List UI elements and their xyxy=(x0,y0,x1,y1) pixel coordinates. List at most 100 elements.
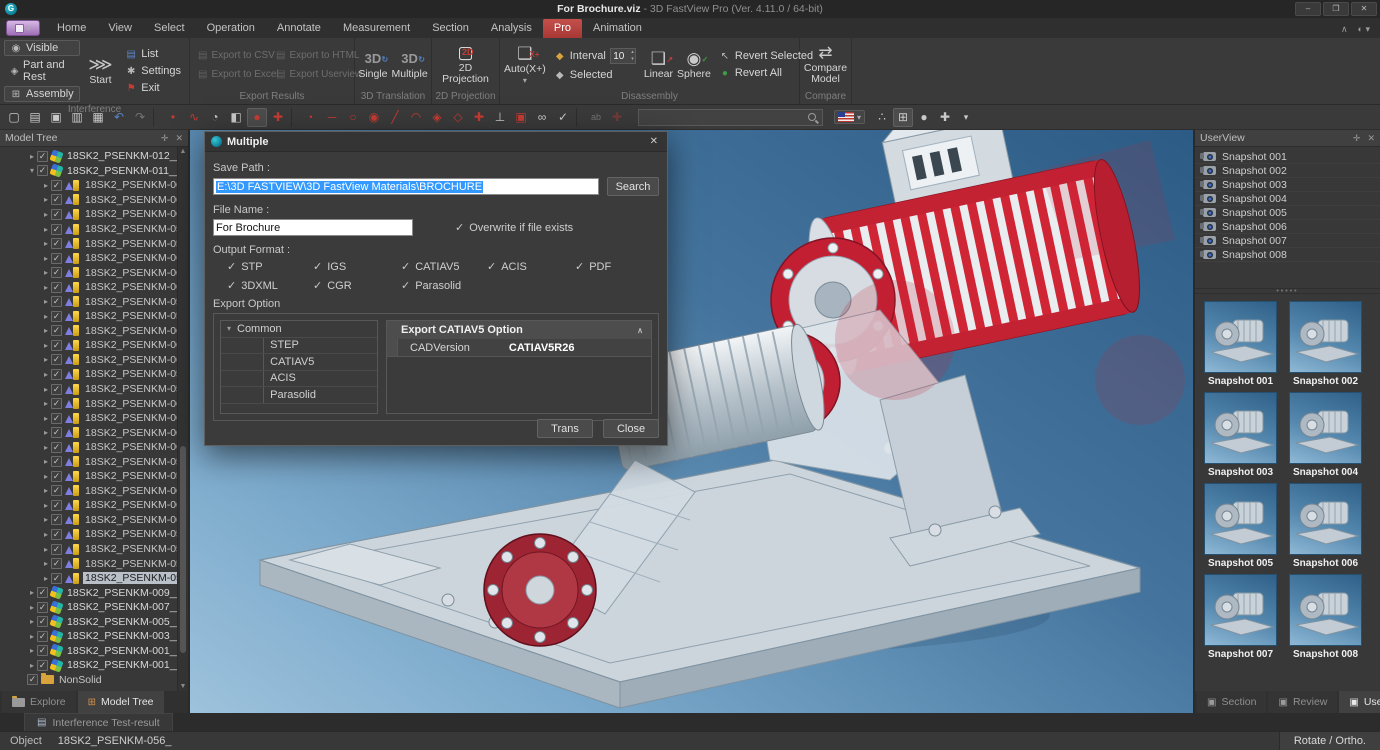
tab-model-tree[interactable]: ⊞ Model Tree xyxy=(78,691,164,713)
expander-icon[interactable] xyxy=(30,632,34,641)
sphere-disassembly-button[interactable]: ◉✓ Sphere xyxy=(677,50,711,80)
expander-icon[interactable] xyxy=(44,341,48,350)
expander-icon[interactable] xyxy=(44,472,48,481)
tab-review[interactable]: ▣ Review xyxy=(1268,691,1337,713)
tab-explore[interactable]: Explore xyxy=(2,691,76,713)
dialog-titlebar[interactable]: Multiple ✕ xyxy=(205,132,667,152)
visibility-checkbox[interactable] xyxy=(51,369,62,380)
redo-icon[interactable]: ↷ xyxy=(130,108,150,127)
visibility-checkbox[interactable] xyxy=(51,296,62,307)
linear-disassembly-button[interactable]: ❑↗ Linear xyxy=(644,50,673,80)
expander-icon[interactable] xyxy=(44,355,48,364)
part-and-rest-toggle[interactable]: ◈Part and Rest xyxy=(4,57,80,85)
expander-icon[interactable] xyxy=(30,152,34,161)
expander-icon[interactable] xyxy=(44,297,48,306)
measure-diameter-icon[interactable]: ◈ xyxy=(427,108,447,127)
undo-icon[interactable]: ↶ xyxy=(109,108,129,127)
measure-axis-icon[interactable]: ✚ xyxy=(469,108,489,127)
new-file-icon[interactable]: ▢ xyxy=(4,108,24,127)
measure-diamond-icon[interactable]: ◇ xyxy=(448,108,468,127)
close-panel-icon[interactable]: ✕ xyxy=(1367,133,1375,144)
language-selector[interactable]: ▾ xyxy=(834,110,865,124)
measure-box-icon[interactable]: ▣ xyxy=(511,108,531,127)
search-icon[interactable] xyxy=(808,113,816,121)
visibility-checkbox[interactable] xyxy=(51,340,62,351)
expander-icon[interactable] xyxy=(30,617,34,626)
interference-result-tab[interactable]: ▤ Interference Test-result xyxy=(24,713,173,731)
tree-item[interactable]: 18SK2_PSENKM-062_ xyxy=(0,484,188,499)
measure-line-icon[interactable]: ─ xyxy=(322,108,342,127)
visibility-checkbox[interactable] xyxy=(37,587,48,598)
separator[interactable] xyxy=(153,108,160,127)
separator[interactable] xyxy=(576,108,583,127)
measure-arc-icon[interactable]: ◠ xyxy=(406,108,426,127)
visibility-checkbox[interactable] xyxy=(51,427,62,438)
save-as-icon[interactable]: ▥ xyxy=(67,108,87,127)
tree-item[interactable]: 18SK2_PSENKM-061_ xyxy=(0,425,188,440)
pin-icon[interactable]: ✛ xyxy=(1353,133,1361,144)
menu-tab[interactable]: Annotate xyxy=(266,19,332,38)
spline-tool-icon[interactable]: ∿ xyxy=(184,108,204,127)
tree-item[interactable]: 18SK2_PSENKM-059_ xyxy=(0,294,188,309)
close-button[interactable]: Close xyxy=(603,419,659,438)
collapse-ribbon-icon[interactable]: ∧ xyxy=(1341,24,1348,35)
expander-icon[interactable] xyxy=(44,414,48,423)
tree-item[interactable]: 18SK2_PSENKM-003__ASM xyxy=(0,629,188,644)
style-menu-icon[interactable]: ◐ ▾ xyxy=(1358,24,1370,35)
file-name-input[interactable]: For Brochure xyxy=(213,219,413,236)
visibility-checkbox[interactable] xyxy=(51,456,62,467)
tree-item[interactable]: 18SK2_PSENKM-058_ xyxy=(0,382,188,397)
expander-icon[interactable] xyxy=(44,385,48,394)
interference-list-button[interactable]: ▤List xyxy=(121,46,185,62)
cube-tool-icon[interactable]: ◧ xyxy=(226,108,246,127)
expander-icon[interactable] xyxy=(44,559,48,568)
trans-button[interactable]: Trans xyxy=(537,419,593,438)
save-icon[interactable]: ▣ xyxy=(46,108,66,127)
expander-icon[interactable] xyxy=(44,326,48,335)
expander-icon[interactable] xyxy=(30,166,34,175)
visibility-checkbox[interactable] xyxy=(51,209,62,220)
menu-tab[interactable]: Home xyxy=(46,19,97,38)
snapshot-list-item[interactable]: Snapshot 003 xyxy=(1195,178,1380,192)
snapshot-thumbnail[interactable]: Snapshot 008 xyxy=(1289,574,1362,660)
tree-item[interactable]: 18SK2_PSENKM-062_ xyxy=(0,193,188,208)
visibility-checkbox[interactable] xyxy=(51,253,62,264)
axis-tool-icon[interactable]: ✚ xyxy=(268,108,288,127)
visibility-checkbox[interactable] xyxy=(37,631,48,642)
expander-icon[interactable] xyxy=(30,661,34,670)
open-file-icon[interactable]: ▤ xyxy=(25,108,45,127)
export-html-button[interactable]: ▤Export to HTML xyxy=(272,48,350,63)
visibility-checkbox[interactable] xyxy=(51,384,62,395)
tree-item[interactable]: 18SK2_PSENKM-007__ASM xyxy=(0,600,188,615)
export-excel-button[interactable]: ▤Export to Excel xyxy=(194,67,268,82)
measure-perpendicular-icon[interactable]: ⊥ xyxy=(490,108,510,127)
tree-item[interactable]: 18SK2_PSENKM-060_ xyxy=(0,324,188,339)
expander-icon[interactable] xyxy=(44,181,48,190)
tree-item[interactable]: 18SK2_PSENKM-060_ xyxy=(0,440,188,455)
export-option-item[interactable]: Parasolid xyxy=(221,387,377,404)
tree-item[interactable]: 18SK2_PSENKM-011__ASM xyxy=(0,164,188,179)
pin-icon[interactable]: ✛ xyxy=(161,133,169,144)
tree-item[interactable]: 18SK2_PSENKM-056_ xyxy=(0,571,188,586)
menu-tab[interactable]: Operation xyxy=(196,19,266,38)
tree-item[interactable]: 18SK2_PSENKM-009__ASM xyxy=(0,585,188,600)
visibility-checkbox[interactable] xyxy=(51,180,62,191)
sphere-tool-icon[interactable]: ◔ xyxy=(205,108,225,127)
menu-tab[interactable]: Analysis xyxy=(480,19,543,38)
tree-item[interactable]: 18SK2_PSENKM-005__ASM xyxy=(0,615,188,630)
visibility-checkbox[interactable] xyxy=(51,558,62,569)
visibility-checkbox[interactable] xyxy=(37,645,48,656)
auto-x-button[interactable]: ❑X+ Auto(X+) ▾ xyxy=(504,45,546,85)
tree-item[interactable]: 18SK2_PSENKM-061_ xyxy=(0,280,188,295)
tree-item[interactable]: 18SK2_PSENKM-059_ xyxy=(0,527,188,542)
dialog-close-icon[interactable]: ✕ xyxy=(647,136,661,147)
expander-icon[interactable] xyxy=(30,646,34,655)
expander-icon[interactable] xyxy=(44,195,48,204)
format-checkbox[interactable]: Parasolid xyxy=(401,279,487,292)
snapshot-thumbnail[interactable]: Snapshot 006 xyxy=(1289,483,1362,569)
expander-icon[interactable] xyxy=(44,574,48,583)
expander-icon[interactable] xyxy=(44,428,48,437)
tree-item[interactable]: 18SK2_PSENKM-062_ xyxy=(0,338,188,353)
export-option-item[interactable]: CATIAV5 xyxy=(221,354,377,371)
export-option-item[interactable]: ▾ Common xyxy=(221,321,377,338)
